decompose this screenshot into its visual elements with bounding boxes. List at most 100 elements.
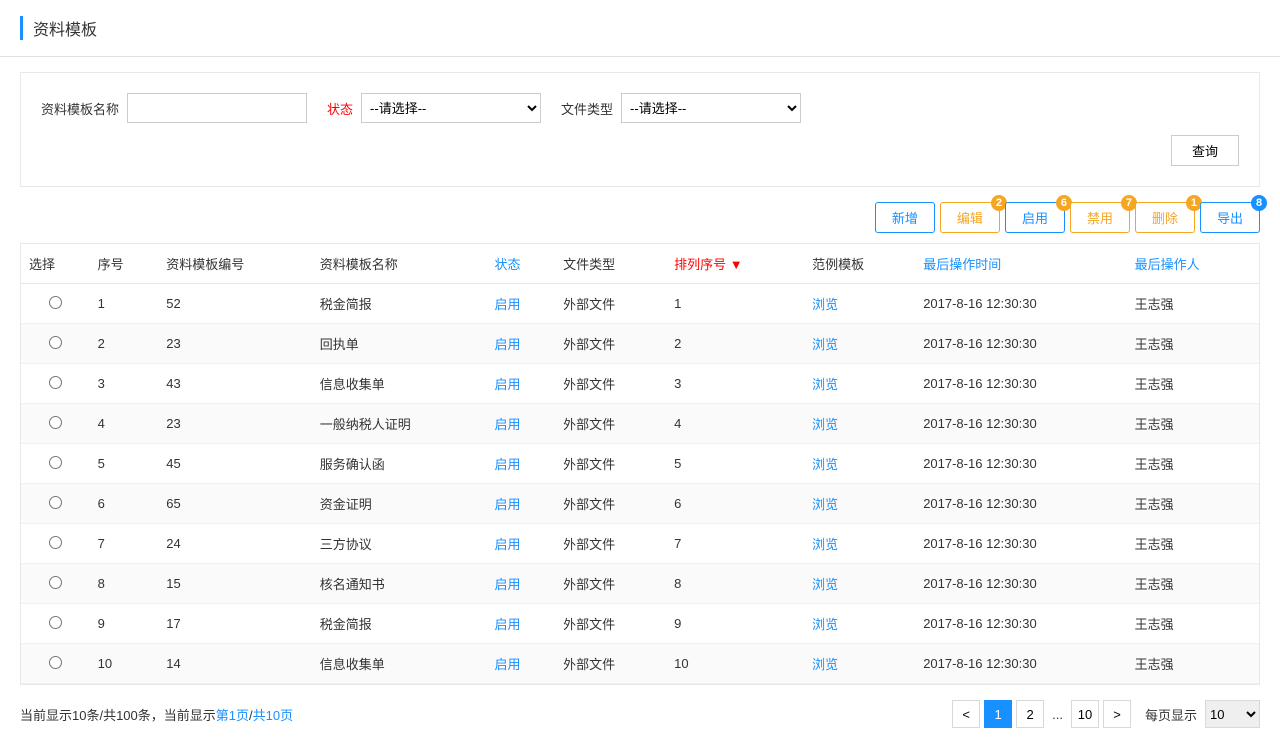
- cell-browse: 浏览: [804, 644, 915, 684]
- delete-button[interactable]: 删除 1: [1135, 202, 1195, 233]
- page-link-total[interactable]: 共10页: [253, 708, 293, 723]
- browse-link[interactable]: 浏览: [812, 297, 838, 312]
- page-link-current[interactable]: 第1页: [216, 708, 249, 723]
- status-value: 启用: [495, 537, 521, 552]
- enable-button[interactable]: 启用 6: [1005, 202, 1065, 233]
- next-page-button[interactable]: >: [1103, 700, 1131, 728]
- disable-label: 禁用: [1087, 211, 1113, 226]
- browse-link[interactable]: 浏览: [812, 377, 838, 392]
- radio-cell: [21, 364, 90, 404]
- cell-code: 14: [158, 644, 312, 684]
- row-radio[interactable]: [49, 576, 62, 589]
- col-select: 选择: [21, 244, 90, 284]
- cell-browse: 浏览: [804, 564, 915, 604]
- query-button[interactable]: 查询: [1171, 135, 1239, 166]
- row-radio[interactable]: [49, 616, 62, 629]
- radio-cell: [21, 284, 90, 324]
- cell-filetype: 外部文件: [555, 524, 666, 564]
- row-radio[interactable]: [49, 496, 62, 509]
- name-input[interactable]: [127, 93, 307, 123]
- filetype-select[interactable]: --请选择--: [621, 93, 801, 123]
- row-radio[interactable]: [49, 656, 62, 669]
- cell-status: 启用: [487, 524, 556, 564]
- browse-link[interactable]: 浏览: [812, 337, 838, 352]
- col-operator: 最后操作人: [1127, 244, 1259, 284]
- cell-code: 17: [158, 604, 312, 644]
- page-header: 资料模板: [0, 0, 1280, 57]
- row-radio[interactable]: [49, 296, 62, 309]
- status-select[interactable]: --请选择--: [361, 93, 541, 123]
- cell-name: 信息收集单: [312, 644, 487, 684]
- cell-name: 一般纳税人证明: [312, 404, 487, 444]
- disable-button[interactable]: 禁用 7: [1070, 202, 1130, 233]
- cell-code: 43: [158, 364, 312, 404]
- browse-link[interactable]: 浏览: [812, 657, 838, 672]
- radio-cell: [21, 644, 90, 684]
- col-name: 资料模板名称: [312, 244, 487, 284]
- row-radio[interactable]: [49, 456, 62, 469]
- col-sort[interactable]: 排列序号 ▼: [666, 244, 804, 284]
- browse-link[interactable]: 浏览: [812, 617, 838, 632]
- table-row: 7 24 三方协议 启用 外部文件 7 浏览 2017-8-16 12:30:3…: [21, 524, 1259, 564]
- prev-page-button[interactable]: <: [952, 700, 980, 728]
- cell-operator: 王志强: [1127, 644, 1259, 684]
- table-row: 6 65 资金证明 启用 外部文件 6 浏览 2017-8-16 12:30:3…: [21, 484, 1259, 524]
- cell-code: 23: [158, 324, 312, 364]
- cell-filetype: 外部文件: [555, 364, 666, 404]
- cell-filetype: 外部文件: [555, 484, 666, 524]
- status-value: 启用: [495, 417, 521, 432]
- row-radio[interactable]: [49, 536, 62, 549]
- cell-browse: 浏览: [804, 404, 915, 444]
- cell-code: 24: [158, 524, 312, 564]
- col-template: 范例模板: [804, 244, 915, 284]
- cell-name: 信息收集单: [312, 364, 487, 404]
- status-value: 启用: [495, 657, 521, 672]
- browse-link[interactable]: 浏览: [812, 577, 838, 592]
- cell-sort: 2: [666, 324, 804, 364]
- cell-filetype: 外部文件: [555, 324, 666, 364]
- pagination-info: 当前显示10条/共100条，当前显示第1页/共10页: [20, 705, 293, 724]
- status-value: 启用: [495, 617, 521, 632]
- radio-cell: [21, 484, 90, 524]
- filetype-field: 文件类型 --请选择--: [561, 93, 801, 123]
- table-row: 5 45 服务确认函 启用 外部文件 5 浏览 2017-8-16 12:30:…: [21, 444, 1259, 484]
- browse-link[interactable]: 浏览: [812, 457, 838, 472]
- cell-status: 启用: [487, 284, 556, 324]
- cell-seq: 5: [90, 444, 159, 484]
- cell-name: 三方协议: [312, 524, 487, 564]
- edit-button[interactable]: 编辑 2: [940, 202, 1000, 233]
- row-radio[interactable]: [49, 376, 62, 389]
- cell-status: 启用: [487, 324, 556, 364]
- cell-browse: 浏览: [804, 524, 915, 564]
- cell-operator: 王志强: [1127, 604, 1259, 644]
- cell-time: 2017-8-16 12:30:30: [915, 284, 1126, 324]
- browse-link[interactable]: 浏览: [812, 497, 838, 512]
- cell-sort: 4: [666, 404, 804, 444]
- new-button[interactable]: 新增: [875, 202, 935, 233]
- per-page-select[interactable]: 10 20 50: [1205, 700, 1260, 728]
- cell-seq: 3: [90, 364, 159, 404]
- data-table: 选择 序号 资料模板编号 资料模板名称 状态 文件类型 排列序号 ▼ 范例模板 …: [21, 244, 1259, 684]
- table-row: 2 23 回执单 启用 外部文件 2 浏览 2017-8-16 12:30:30…: [21, 324, 1259, 364]
- row-radio[interactable]: [49, 336, 62, 349]
- page-10-button[interactable]: 10: [1071, 700, 1099, 728]
- cell-sort: 5: [666, 444, 804, 484]
- browse-link[interactable]: 浏览: [812, 537, 838, 552]
- col-code: 资料模板编号: [158, 244, 312, 284]
- row-radio[interactable]: [49, 416, 62, 429]
- cell-name: 服务确认函: [312, 444, 487, 484]
- cell-name: 税金简报: [312, 284, 487, 324]
- name-label: 资料模板名称: [41, 99, 119, 118]
- radio-cell: [21, 444, 90, 484]
- cell-name: 回执单: [312, 324, 487, 364]
- cell-time: 2017-8-16 12:30:30: [915, 604, 1126, 644]
- export-button[interactable]: 导出 8: [1200, 202, 1260, 233]
- cell-filetype: 外部文件: [555, 444, 666, 484]
- page-2-button[interactable]: 2: [1016, 700, 1044, 728]
- edit-label: 编辑: [957, 211, 983, 226]
- table-body: 1 52 税金简报 启用 外部文件 1 浏览 2017-8-16 12:30:3…: [21, 284, 1259, 684]
- cell-filetype: 外部文件: [555, 284, 666, 324]
- page-1-button[interactable]: 1: [984, 700, 1012, 728]
- radio-cell: [21, 324, 90, 364]
- browse-link[interactable]: 浏览: [812, 417, 838, 432]
